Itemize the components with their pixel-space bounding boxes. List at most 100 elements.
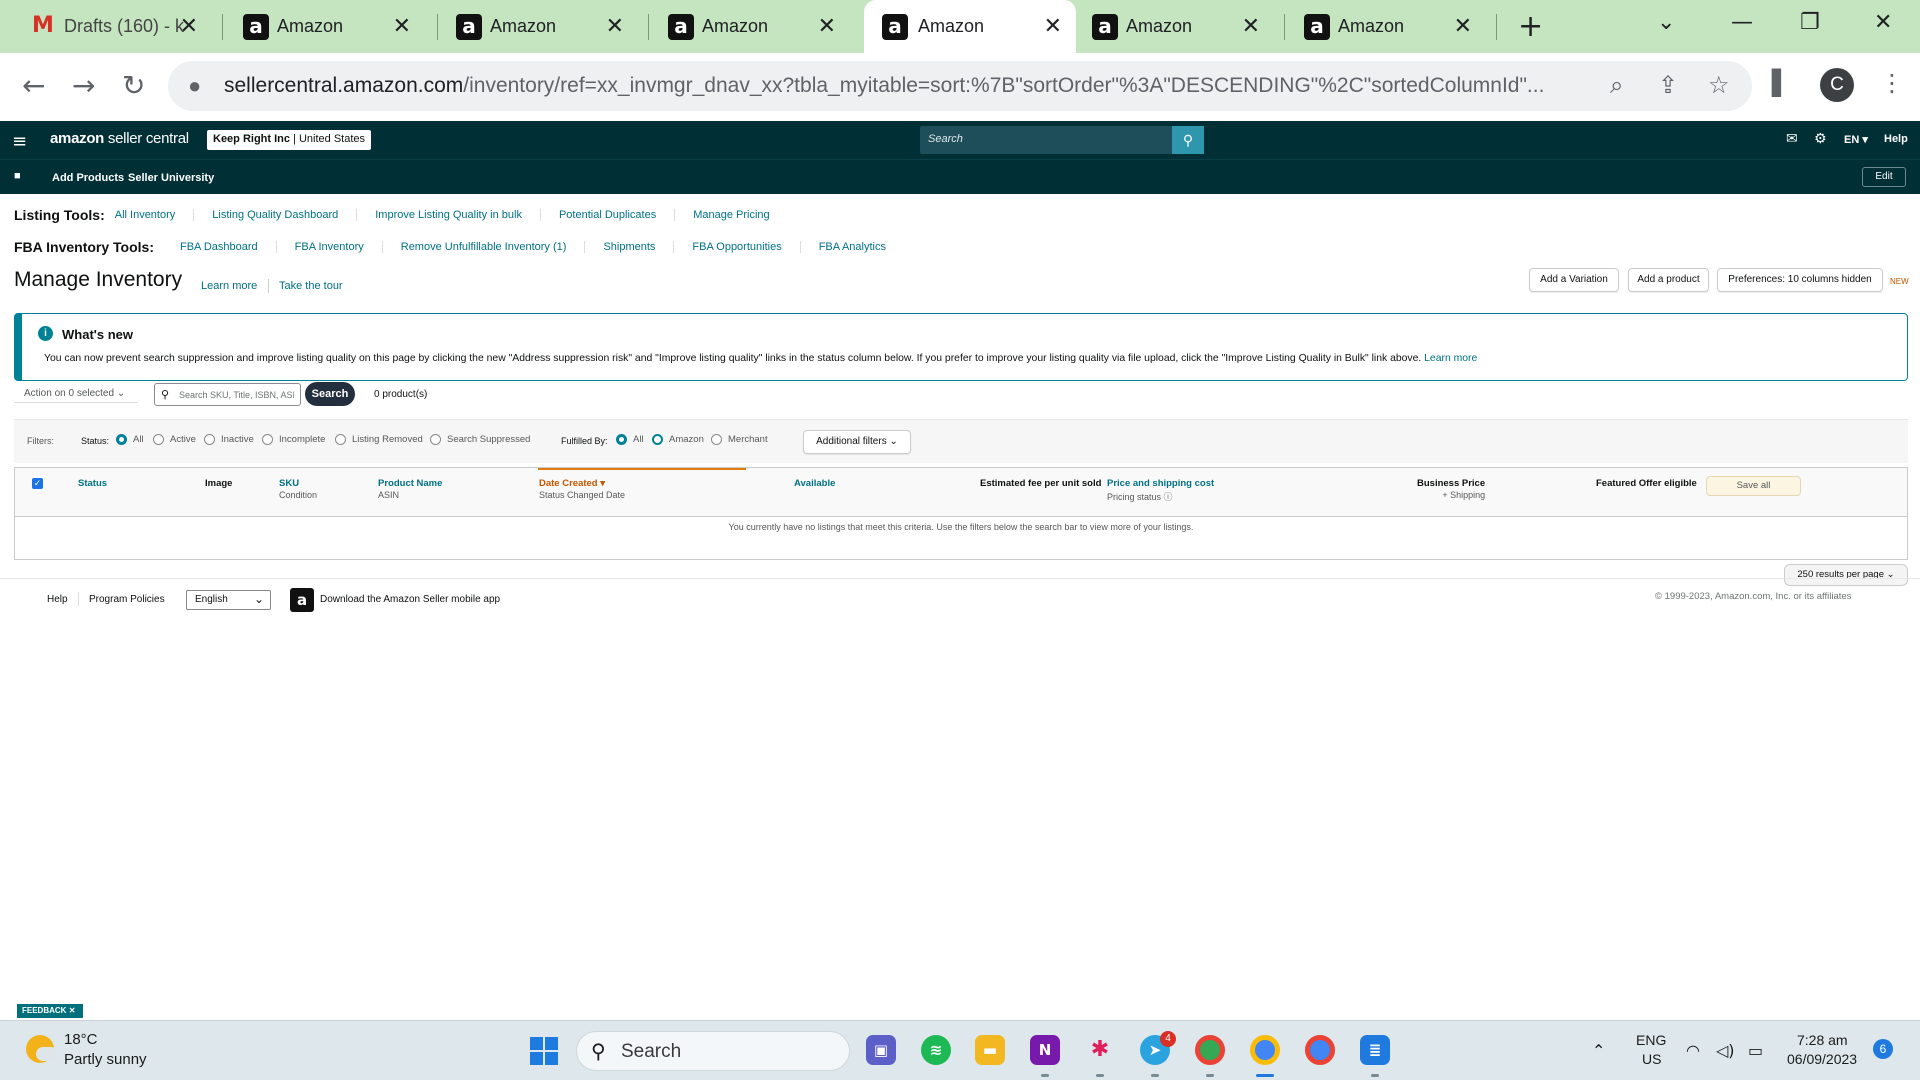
close-tab-icon[interactable]: ✕: [180, 14, 198, 39]
status-active-radio[interactable]: Active: [153, 434, 196, 445]
link-fba-opportunities[interactable]: FBA Opportunities: [673, 241, 799, 253]
link-remove-unfulfillable[interactable]: Remove Unfulfillable Inventory (1): [381, 241, 585, 253]
mail-icon[interactable]: ✉: [1786, 131, 1798, 147]
chrome-active-icon[interactable]: [1250, 1035, 1280, 1065]
site-info-icon[interactable]: ●: [188, 73, 201, 99]
tab-amazon-3[interactable]: a Amazon ✕: [668, 0, 850, 53]
tab-amazon-2[interactable]: a Amazon ✕: [456, 0, 638, 53]
close-tab-icon[interactable]: ✕: [606, 14, 624, 39]
hamburger-menu-icon[interactable]: ≡: [12, 131, 27, 152]
close-tab-icon[interactable]: ✕: [1454, 14, 1472, 39]
footer-help-link[interactable]: Help: [47, 594, 68, 605]
add-variation-button[interactable]: Add a Variation: [1529, 268, 1619, 292]
side-panel-icon[interactable]: ▌: [1772, 69, 1790, 97]
weather-partly-sunny-icon[interactable]: [26, 1035, 58, 1063]
status-all-radio[interactable]: All: [116, 434, 144, 445]
input-language[interactable]: ENG: [1636, 1032, 1666, 1048]
preferences-button[interactable]: Preferences: 10 columns hidden: [1717, 268, 1883, 292]
link-manage-pricing[interactable]: Manage Pricing: [674, 209, 787, 221]
bookmark-star-icon[interactable]: ☆: [1708, 71, 1730, 99]
close-tab-icon[interactable]: ✕: [1242, 14, 1260, 39]
select-all-checkbox[interactable]: ✓: [32, 478, 43, 489]
nav-add-products[interactable]: Add Products: [52, 172, 124, 184]
col-price-shipping[interactable]: Price and shipping cost Pricing status ⓘ: [1107, 478, 1214, 503]
taskbar-search[interactable]: ⚲ Search: [576, 1031, 850, 1071]
fulfilled-amazon-radio[interactable]: Amazon: [652, 434, 704, 445]
store-selector[interactable]: Keep Right Inc | United States: [207, 130, 372, 150]
onenote-icon[interactable]: N: [1030, 1035, 1060, 1065]
teams-icon[interactable]: ▣: [866, 1035, 896, 1065]
status-incomplete-radio[interactable]: Incomplete: [262, 434, 325, 445]
restore-icon[interactable]: ❐: [1800, 10, 1820, 35]
close-tab-icon[interactable]: ✕: [393, 14, 411, 39]
slack-icon[interactable]: ✱: [1085, 1035, 1115, 1065]
input-region[interactable]: US: [1642, 1051, 1661, 1067]
close-tab-icon[interactable]: ✕: [818, 14, 836, 39]
status-inactive-radio[interactable]: Inactive: [204, 434, 254, 445]
windows-start-icon[interactable]: [530, 1037, 558, 1065]
search-icon[interactable]: ⚲: [1172, 126, 1204, 154]
reload-icon[interactable]: ↻: [122, 69, 145, 102]
link-fba-analytics[interactable]: FBA Analytics: [799, 241, 904, 253]
col-product-name[interactable]: Product Name ASIN: [378, 478, 442, 500]
link-improve-listing-quality[interactable]: Improve Listing Quality in bulk: [356, 209, 540, 221]
info-icon[interactable]: ⓘ: [1164, 492, 1173, 502]
clock-time[interactable]: 7:28 am: [1797, 1032, 1848, 1048]
url-text[interactable]: sellercentral.amazon.com/inventory/ref=x…: [224, 74, 1604, 98]
take-tour-link[interactable]: Take the tour: [279, 280, 343, 292]
profile-avatar[interactable]: C: [1820, 68, 1854, 102]
link-fba-inventory[interactable]: FBA Inventory: [275, 241, 382, 253]
feedback-button[interactable]: FEEDBACK ✕: [17, 1004, 83, 1018]
search-button[interactable]: Search: [305, 382, 355, 406]
seller-central-logo[interactable]: amazon seller central: [50, 130, 189, 147]
close-icon[interactable]: ✕: [69, 1006, 76, 1015]
status-listing-removed-radio[interactable]: Listing Removed: [335, 434, 423, 445]
tab-amazon-5[interactable]: a Amazon ✕: [1092, 0, 1274, 53]
fulfilled-merchant-radio[interactable]: Merchant: [711, 434, 768, 445]
fulfilled-all-radio[interactable]: All: [616, 434, 644, 445]
tab-amazon-active[interactable]: a Amazon ✕: [864, 0, 1076, 53]
banner-learn-more-link[interactable]: Learn more: [1424, 353, 1477, 364]
menu-kebab-icon[interactable]: ⋮: [1880, 69, 1904, 97]
save-all-button[interactable]: Save all: [1706, 476, 1801, 496]
additional-filters-button[interactable]: Additional filters ⌄: [803, 430, 911, 454]
forward-icon[interactable]: →: [72, 69, 95, 102]
col-sku[interactable]: SKU Condition: [279, 478, 317, 500]
new-tab-icon[interactable]: +: [1518, 9, 1543, 44]
wifi-icon[interactable]: ◠: [1686, 1041, 1700, 1060]
zoom-icon[interactable]: ⌕: [1610, 71, 1623, 99]
share-icon[interactable]: ⇪: [1658, 71, 1678, 99]
inventory-search-input[interactable]: ⚲ Search SKU, Title, ISBN, ASIN: [154, 383, 301, 406]
footer-language-select[interactable]: English ⌄: [186, 590, 271, 610]
tray-chevron-icon[interactable]: ⌃: [1592, 1041, 1605, 1060]
battery-icon[interactable]: ▭: [1748, 1041, 1763, 1060]
help-link[interactable]: Help: [1884, 133, 1908, 145]
clock-date[interactable]: 06/09/2023: [1787, 1051, 1857, 1067]
link-potential-duplicates[interactable]: Potential Duplicates: [539, 209, 674, 221]
program-policies-link[interactable]: Program Policies: [89, 594, 165, 605]
close-window-icon[interactable]: ✕: [1874, 10, 1892, 35]
notification-badge[interactable]: 6: [1873, 1039, 1893, 1059]
bookmark-icon[interactable]: ■: [14, 170, 21, 182]
minimize-icon[interactable]: —: [1731, 10, 1753, 35]
edit-nav-button[interactable]: Edit: [1862, 167, 1906, 187]
link-shipments[interactable]: Shipments: [584, 241, 673, 253]
file-explorer-icon[interactable]: ▬: [975, 1035, 1005, 1065]
language-selector[interactable]: EN ▾: [1844, 133, 1868, 146]
gear-icon[interactable]: ⚙: [1814, 131, 1827, 147]
tab-search-chevron-icon[interactable]: ⌄: [1657, 10, 1675, 35]
notepad-icon[interactable]: ≣: [1360, 1035, 1390, 1065]
address-bar[interactable]: ● sellercentral.amazon.com/inventory/ref…: [168, 61, 1752, 111]
chrome-profile-icon[interactable]: [1195, 1035, 1225, 1065]
link-fba-dashboard[interactable]: FBA Dashboard: [180, 241, 276, 253]
status-search-suppressed-radio[interactable]: Search Suppressed: [430, 434, 530, 445]
link-all-inventory[interactable]: All Inventory: [115, 209, 194, 221]
weather-temperature[interactable]: 18°C: [64, 1031, 98, 1048]
learn-more-link[interactable]: Learn more: [201, 280, 257, 292]
weather-description[interactable]: Partly sunny: [64, 1051, 147, 1068]
col-status[interactable]: Status: [78, 478, 107, 489]
tab-amazon-1[interactable]: a Amazon ✕: [243, 0, 425, 53]
chrome-icon[interactable]: [1305, 1035, 1335, 1065]
header-search[interactable]: Search ⚲: [920, 126, 1204, 154]
col-date-created[interactable]: Date Created ▾ Status Changed Date: [539, 478, 625, 500]
